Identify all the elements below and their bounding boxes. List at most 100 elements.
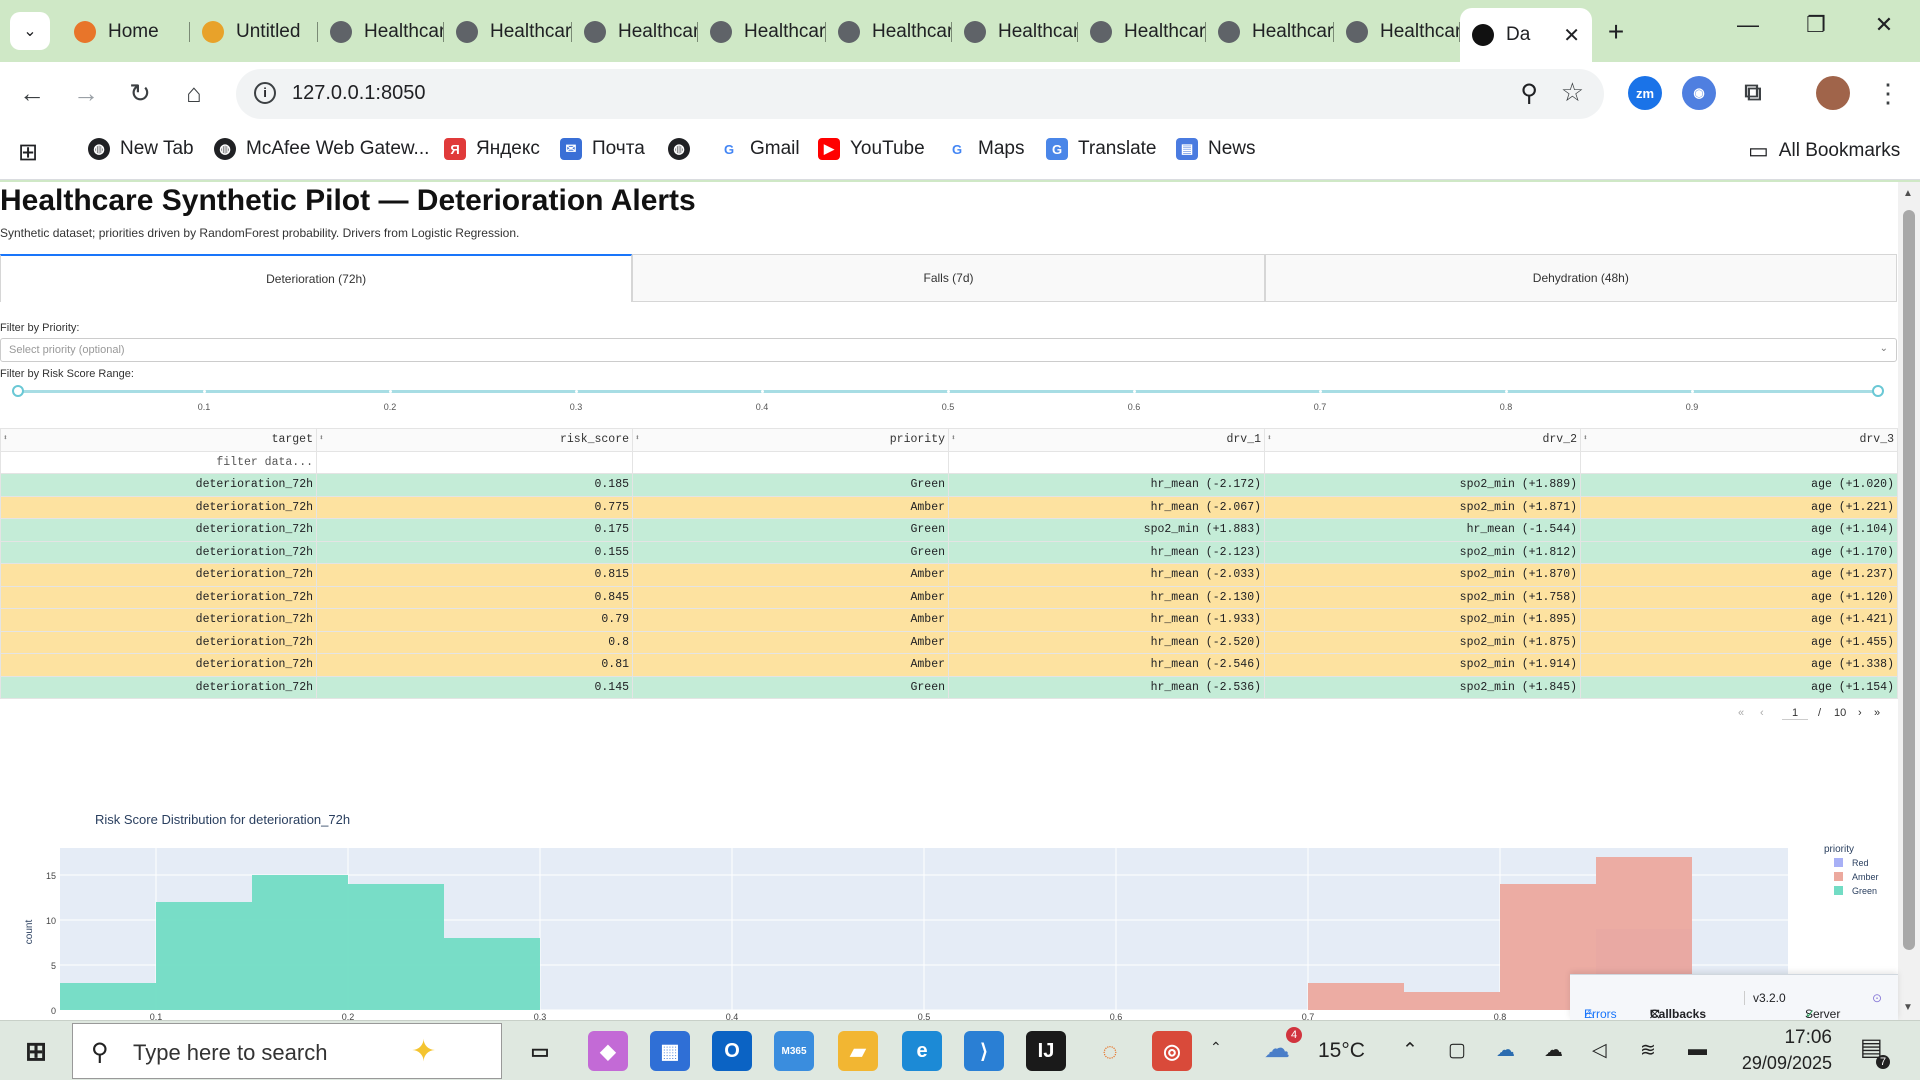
tray-chevron-icon[interactable]: ⌃ (1402, 1039, 1418, 1062)
table-cell-priority[interactable]: Amber (632, 495, 949, 519)
edge-icon[interactable]: e (902, 1031, 942, 1071)
table-cell-drv-3[interactable]: age (+1.170) (1580, 540, 1898, 564)
tab-falls[interactable]: Falls (7d) (632, 254, 1265, 302)
bookmark-item[interactable]: ◍ New Tab (88, 138, 194, 160)
table-row[interactable]: deterioration_72h 0.775 Amber hr_mean (-2.0… (0, 495, 1898, 519)
browser-tab[interactable]: Healthcare (826, 14, 952, 50)
histogram-bar-green[interactable] (444, 938, 540, 1010)
table-cell-priority[interactable]: Green (632, 675, 949, 699)
browser-tab[interactable]: Untitled (190, 14, 318, 50)
table-cell-drv-2[interactable]: hr_mean (-1.544) (1264, 518, 1581, 542)
tab-dehydration[interactable]: Dehydration (48h) (1264, 254, 1897, 302)
table-cell-target[interactable]: deterioration_72h (0, 675, 317, 699)
vscode-icon[interactable]: ⟩ (964, 1031, 1004, 1071)
table-cell-drv-3[interactable]: age (+1.120) (1580, 585, 1898, 609)
bookmark-star-icon[interactable]: ☆ (1561, 77, 1584, 108)
weather-temp[interactable]: 15°C (1318, 1039, 1365, 1063)
next-page-icon[interactable]: › (1858, 707, 1862, 719)
browser-tab[interactable]: Healthcare (318, 14, 444, 50)
table-cell-drv-1[interactable]: hr_mean (-2.123) (948, 540, 1265, 564)
table-cell-risk-score[interactable]: 0.845 (316, 585, 633, 609)
bookmark-item[interactable]: ▶ YouTube (818, 138, 925, 160)
slider-handle-max[interactable] (1872, 385, 1884, 397)
table-cell-drv-1[interactable]: hr_mean (-2.130) (948, 585, 1265, 609)
restore-button[interactable]: ❐ (1796, 12, 1836, 38)
windows-start-icon[interactable]: ⊞ (16, 1031, 56, 1071)
onedrive-icon[interactable]: ☁ (1496, 1039, 1515, 1062)
browser-tab[interactable]: Healthcare (572, 14, 698, 50)
legend-item-red[interactable]: Red (1852, 858, 1869, 868)
zoom-icon[interactable]: ⚲ (1520, 79, 1538, 108)
scroll-up-icon[interactable]: ▲ (1903, 188, 1913, 199)
table-cell-risk-score[interactable]: 0.79 (316, 608, 633, 632)
all-bookmarks-button[interactable]: ▭ All Bookmarks (1748, 138, 1900, 164)
histogram-bar-green[interactable] (156, 902, 252, 1010)
table-cell-drv-1[interactable]: spo2_min (+1.883) (948, 518, 1265, 542)
table-cell-target[interactable]: deterioration_72h (0, 585, 317, 609)
table-cell-target[interactable]: deterioration_72h (0, 630, 317, 654)
browser-tab[interactable]: Healthcare (952, 14, 1078, 50)
table-cell-risk-score[interactable]: 0.815 (316, 563, 633, 587)
table-cell-drv-2[interactable]: spo2_min (+1.845) (1264, 675, 1581, 699)
table-row[interactable]: deterioration_72h 0.8 Amber hr_mean (-2.520… (0, 630, 1898, 654)
sort-icon[interactable]: ⬍ (1583, 433, 1588, 443)
sort-icon[interactable]: ⬍ (635, 433, 640, 443)
column-header[interactable]: ⬍ drv_1 (948, 428, 1265, 452)
sort-icon[interactable]: ⬍ (1267, 433, 1272, 443)
taskbar-search-box[interactable]: ⚲ Type here to search ✦ (72, 1023, 502, 1079)
bookmark-item[interactable]: ▤ News (1176, 138, 1256, 160)
store-icon[interactable]: ▦ (650, 1031, 690, 1071)
table-row[interactable]: deterioration_72h 0.815 Amber hr_mean (-2.0… (0, 563, 1898, 587)
table-cell-risk-score[interactable]: 0.775 (316, 495, 633, 519)
outlook-icon[interactable]: O (712, 1031, 752, 1071)
legend-swatch[interactable] (1834, 872, 1843, 881)
table-cell-drv-1[interactable]: hr_mean (-1.933) (948, 608, 1265, 632)
legend-swatch[interactable] (1834, 858, 1843, 867)
table-cell-drv-3[interactable]: age (+1.221) (1580, 495, 1898, 519)
table-cell-drv-3[interactable]: age (+1.237) (1580, 563, 1898, 587)
minimize-button[interactable]: — (1728, 12, 1768, 38)
browser-tab[interactable]: Healthcare (1334, 14, 1460, 50)
browser-tab[interactable]: Da ✕ (1460, 8, 1592, 62)
table-cell-drv-3[interactable]: age (+1.455) (1580, 630, 1898, 654)
copilot-icon[interactable]: ◆ (588, 1031, 628, 1071)
table-cell-priority[interactable]: Green (632, 518, 949, 542)
address-bar[interactable]: i 127.0.0.1:8050 ⚲ ☆ (236, 69, 1604, 119)
forward-button[interactable]: → (68, 76, 104, 112)
page-current-input[interactable]: 1 (1782, 707, 1808, 720)
table-cell-priority[interactable]: Amber (632, 585, 949, 609)
table-cell-risk-score[interactable]: 0.175 (316, 518, 633, 542)
browser-tab[interactable]: Healthcare (1206, 14, 1334, 50)
histogram-bar-green[interactable] (348, 884, 444, 1010)
browser-tab[interactable]: Healthcare (698, 14, 826, 50)
table-cell-risk-score[interactable]: 0.185 (316, 473, 633, 497)
table-cell-risk-score[interactable]: 0.8 (316, 630, 633, 654)
table-cell-target[interactable]: deterioration_72h (0, 495, 317, 519)
table-row[interactable]: deterioration_72h 0.845 Amber hr_mean (-2.1… (0, 585, 1898, 609)
reload-button[interactable]: ↻ (122, 76, 158, 112)
histogram-bar-amber[interactable] (1308, 983, 1404, 1010)
browser-tab[interactable]: Healthcare (1078, 14, 1206, 50)
column-header[interactable]: ⬍ target (0, 428, 317, 452)
sort-icon[interactable]: ⬍ (951, 433, 956, 443)
apps-grid-icon[interactable]: ⊞ (18, 138, 38, 167)
back-button[interactable]: ← (14, 76, 50, 112)
tab-deterioration[interactable]: Deterioration (72h) (0, 254, 633, 302)
table-cell-risk-score[interactable]: 0.155 (316, 540, 633, 564)
bookmark-item[interactable]: G Gmail (718, 138, 800, 160)
wifi-icon[interactable]: ≋ (1640, 1039, 1656, 1062)
histogram-bar-green[interactable] (252, 875, 348, 1010)
column-filter-input[interactable] (632, 450, 949, 474)
tab-search-button[interactable]: ⌄ (10, 12, 50, 50)
sort-icon[interactable]: ⬍ (319, 433, 324, 443)
file-explorer-icon[interactable]: ▰ (838, 1031, 878, 1071)
table-cell-drv-3[interactable]: age (+1.154) (1580, 675, 1898, 699)
table-cell-target[interactable]: deterioration_72h (0, 608, 317, 632)
column-header[interactable]: ⬍ drv_3 (1580, 428, 1898, 452)
table-cell-target[interactable]: deterioration_72h (0, 563, 317, 587)
column-filter-input[interactable] (316, 450, 633, 474)
browser-tab[interactable]: Healthcare (444, 14, 572, 50)
table-cell-drv-1[interactable]: hr_mean (-2.033) (948, 563, 1265, 587)
table-cell-drv-3[interactable]: age (+1.104) (1580, 518, 1898, 542)
table-cell-risk-score[interactable]: 0.145 (316, 675, 633, 699)
